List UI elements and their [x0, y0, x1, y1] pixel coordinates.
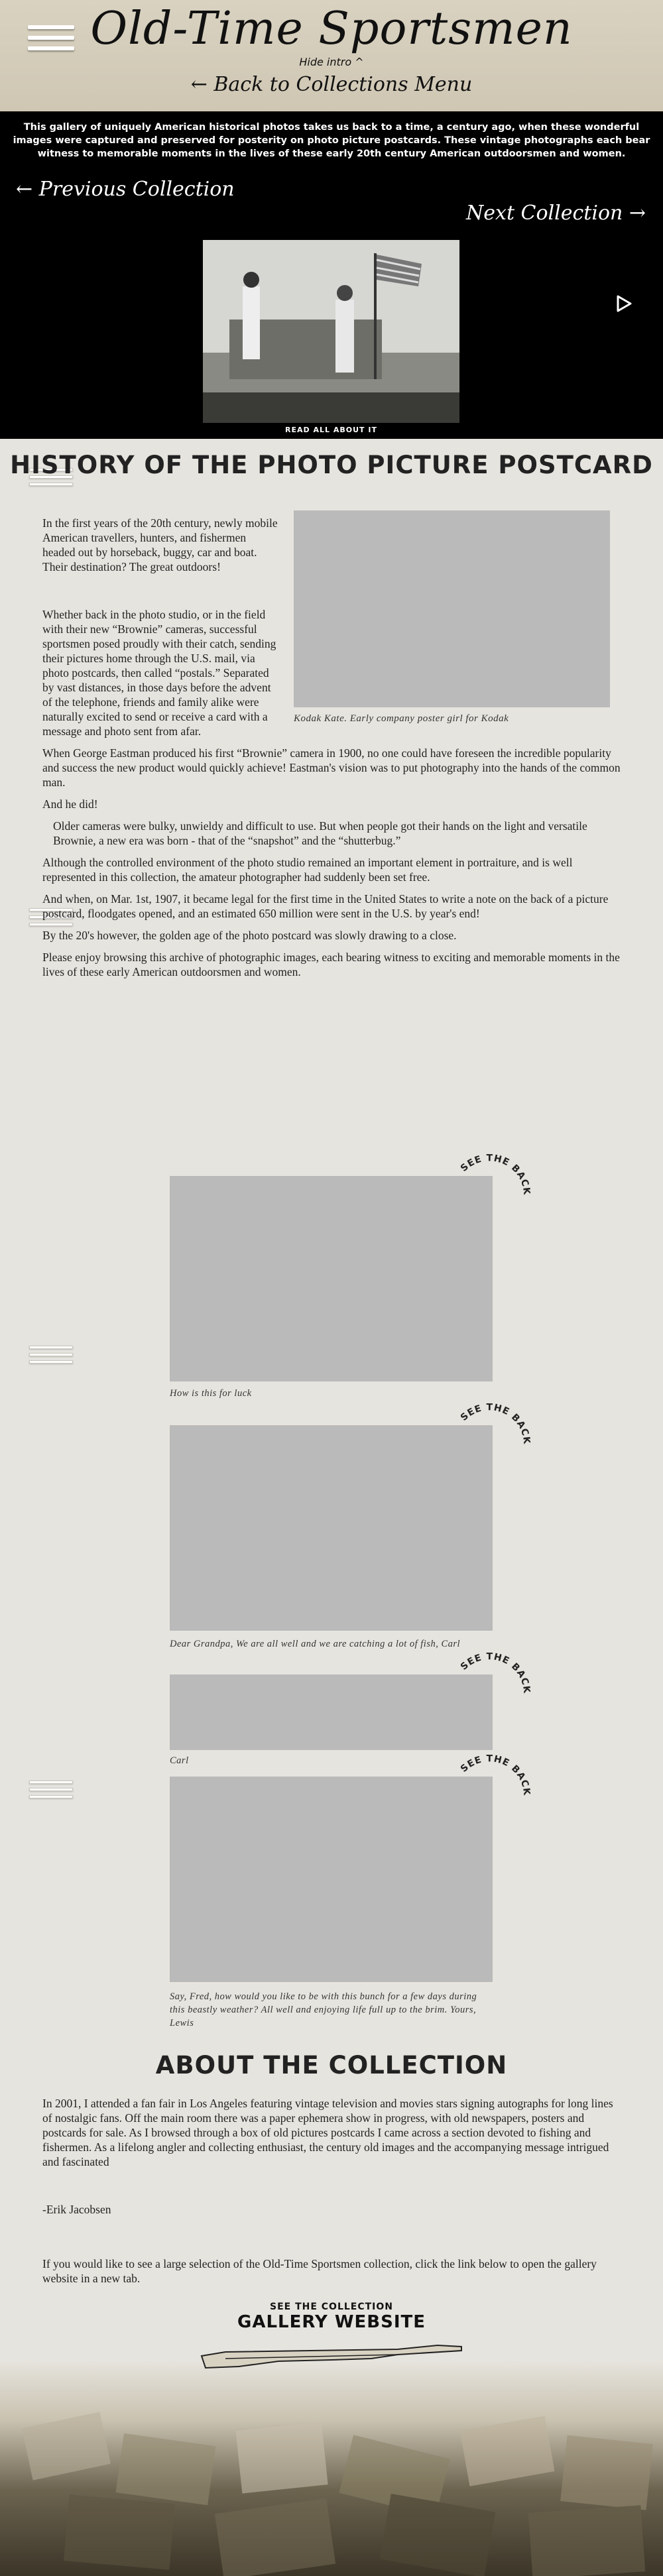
history-continued: Whether back in the photo studio, or in …: [42, 607, 623, 986]
see-the-back-link[interactable]: SEE THE BACK: [457, 1395, 530, 1461]
intro-section: This gallery of uniquely American histor…: [0, 111, 663, 439]
postcard-image[interactable]: [170, 1777, 493, 1982]
gallery-link-pre: SEE THE COLLECTION: [269, 2302, 394, 2312]
hero-photo-scene: [203, 240, 459, 423]
postcard-caption: Carl: [170, 1755, 189, 1766]
svg-text:SEE THE BACK: SEE THE BACK: [459, 1402, 530, 1445]
postcard-image[interactable]: [170, 1674, 493, 1750]
about-p1: In 2001, I attended a fan fair in Los An…: [42, 2097, 613, 2168]
previous-collection-link[interactable]: ← Previous Collection: [16, 178, 235, 201]
side-tab-handle[interactable]: [29, 1346, 73, 1368]
postcard-image[interactable]: [170, 1176, 493, 1381]
svg-text:SEE THE BACK: SEE THE BACK: [459, 1753, 530, 1796]
hide-intro-link[interactable]: Hide intro ^: [0, 56, 663, 68]
footer-collage: [0, 2360, 663, 2576]
history-p7: By the 20's however, the golden age of t…: [42, 929, 457, 942]
next-collection-link[interactable]: Next Collection →: [466, 202, 646, 225]
site-header: Old-Time Sportsmen Hide intro ^ ← Back t…: [0, 0, 663, 111]
history-p8: Please enjoy browsing this archive of ph…: [42, 951, 620, 978]
see-the-back-link[interactable]: SEE THE BACK: [457, 1145, 530, 1212]
see-the-back-link[interactable]: SEE THE BACK: [457, 1746, 530, 1812]
history-p2: Whether back in the photo studio, or in …: [42, 608, 276, 738]
history-p5: Although the controlled environment of t…: [42, 856, 573, 884]
back-to-collections-link[interactable]: ← Back to Collections Menu: [0, 73, 663, 96]
postcard-caption: How is this for luck: [170, 1388, 252, 1399]
history-p6: And when, on Mar. 1st, 1907, it became l…: [42, 892, 609, 920]
svg-text:SEE THE BACK: SEE THE BACK: [459, 1651, 530, 1694]
intro-text: This gallery of uniquely American histor…: [13, 122, 650, 159]
about-title: ABOUT THE COLLECTION: [155, 2051, 508, 2079]
postcard-caption: Dear Grandpa, We are all well and we are…: [170, 1639, 461, 1649]
postcard-caption: Say, Fred, how would you like to be with…: [170, 1991, 477, 2028]
gallery-link-main: GALLERY WEBSITE: [237, 2312, 426, 2332]
footer-collage-art: [21, 2412, 653, 2576]
gallery-website-link[interactable]: SEE THE COLLECTION GALLERY WEBSITE: [199, 2302, 464, 2374]
side-tab-handle[interactable]: [29, 1781, 73, 1803]
postcard-image[interactable]: [170, 1425, 493, 1631]
rifle-icon: [200, 2344, 462, 2369]
hero-photo[interactable]: [203, 240, 459, 423]
about-signature: -Erik Jacobsen: [42, 2203, 111, 2216]
history-title: HISTORY OF THE PHOTO PICTURE POSTCARD: [10, 451, 653, 479]
history-quote: Older cameras were bulky, unwieldy and d…: [53, 819, 587, 847]
read-all-link[interactable]: READ ALL ABOUT IT: [203, 426, 459, 434]
history-p1: In the first years of the 20th century, …: [42, 516, 278, 573]
history-p3: When George Eastman produced his first “…: [42, 746, 621, 789]
play-icon[interactable]: [615, 294, 633, 313]
about-p2: If you would like to see a large selecti…: [42, 2257, 597, 2285]
site-title: Old-Time Sportsmen: [90, 3, 573, 55]
svg-text:SEE THE BACK: SEE THE BACK: [459, 1153, 530, 1196]
history-p4: And he did!: [42, 797, 98, 811]
see-the-back-link[interactable]: SEE THE BACK: [457, 1644, 530, 1710]
history-intro-column: In the first years of the 20th century, …: [42, 516, 281, 581]
